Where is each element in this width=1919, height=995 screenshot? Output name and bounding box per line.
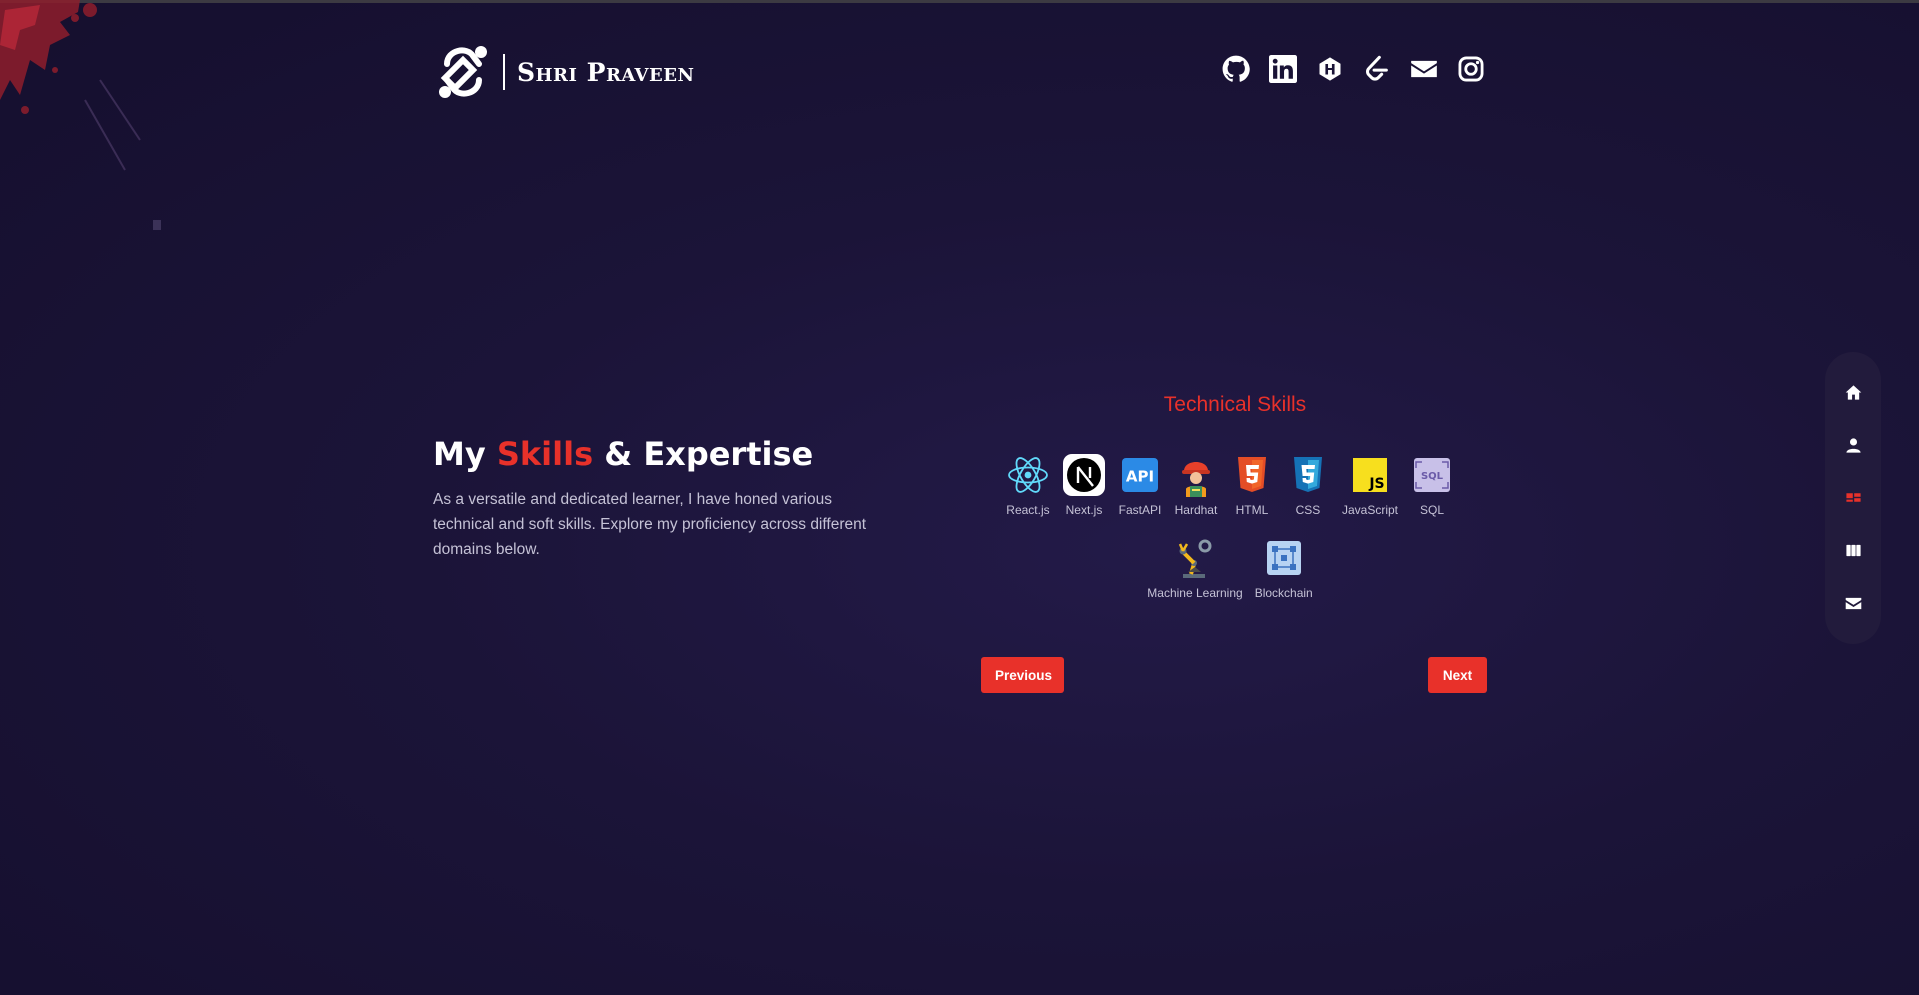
- logo-divider: [503, 54, 505, 90]
- skill-label: HTML: [1235, 503, 1269, 517]
- svg-text:JS: JS: [1368, 476, 1384, 492]
- skill-item: JS JavaScript: [1342, 453, 1398, 517]
- brand-name: Shri Praveen: [517, 57, 695, 87]
- logo-mark-icon: [439, 46, 487, 98]
- nav-contact[interactable]: [1838, 589, 1868, 619]
- sql-icon: SQL: [1414, 458, 1451, 492]
- mail-icon: [1845, 597, 1861, 610]
- skill-item: Machine Learning: [1147, 536, 1243, 600]
- heading-prefix: My: [433, 435, 486, 473]
- projects-icon: [1845, 545, 1861, 557]
- skills-description: As a versatile and dedicated learner, I …: [433, 491, 867, 558]
- skill-item: SQL SQL: [1410, 453, 1454, 517]
- page-title: My Skills & Expertise: [433, 435, 813, 473]
- hardhat-icon: [1181, 462, 1210, 497]
- email-link[interactable]: [1410, 55, 1438, 83]
- hashnode-link[interactable]: H: [1316, 55, 1344, 83]
- user-icon: [1845, 438, 1861, 453]
- skills-row-1: React.js Next.js API FastAPI Hardhat HTM…: [990, 453, 1470, 517]
- svg-text:API: API: [1126, 468, 1154, 486]
- fastapi-icon: API: [1121, 458, 1158, 492]
- brand-logo[interactable]: Shri Praveen: [433, 42, 694, 102]
- skill-label: CSS: [1295, 503, 1321, 517]
- skill-item: CSS: [1286, 453, 1330, 517]
- previous-button[interactable]: Previous: [981, 657, 1064, 693]
- heading-accent: Skills: [496, 435, 594, 473]
- linkedin-icon: [1269, 55, 1297, 83]
- svg-text:SQL: SQL: [1421, 471, 1444, 482]
- side-navigation: [1825, 352, 1881, 644]
- skill-item: Blockchain: [1255, 536, 1313, 600]
- heading-suffix: & Expertise: [604, 435, 814, 473]
- top-border: [0, 0, 1919, 3]
- github-link[interactable]: [1222, 55, 1250, 83]
- paint-splatter-decoration: [0, 0, 161, 230]
- linkedin-link[interactable]: [1269, 55, 1297, 83]
- skill-item: Next.js: [1062, 453, 1106, 517]
- github-icon: [1222, 55, 1250, 82]
- html5-icon: [1237, 457, 1266, 492]
- skills-row-2: Machine Learning Blockchain: [1130, 536, 1330, 600]
- nextjs-icon: [1062, 454, 1105, 496]
- leetcode-icon: [1366, 55, 1388, 81]
- home-icon: [1845, 385, 1861, 400]
- nav-projects[interactable]: [1838, 536, 1868, 566]
- skill-label: React.js: [1006, 503, 1050, 517]
- nav-about[interactable]: [1838, 430, 1868, 460]
- robot-arm-icon: [1178, 539, 1212, 578]
- social-links: H: [1222, 55, 1485, 83]
- react-icon: [1008, 457, 1048, 493]
- skills-icon: [1845, 493, 1861, 503]
- skill-item: React.js: [1006, 453, 1050, 517]
- skill-item: API FastAPI: [1118, 453, 1162, 517]
- instagram-link[interactable]: [1457, 55, 1485, 83]
- skill-label: FastAPI: [1118, 503, 1162, 517]
- hashnode-icon: H: [1319, 57, 1341, 81]
- skill-label: Hardhat: [1174, 503, 1218, 517]
- skill-item: Hardhat: [1174, 453, 1218, 517]
- skill-item: HTML: [1230, 453, 1274, 517]
- svg-text:H: H: [1324, 62, 1336, 78]
- next-button[interactable]: Next: [1428, 657, 1487, 693]
- nav-home[interactable]: [1838, 377, 1868, 407]
- css3-icon: [1293, 457, 1322, 492]
- skill-label: Blockchain: [1254, 586, 1313, 600]
- instagram-icon: [1458, 56, 1484, 82]
- blockchain-icon: [1266, 541, 1301, 575]
- skill-label: Machine Learning: [1147, 586, 1243, 600]
- skill-label: SQL: [1420, 503, 1445, 517]
- javascript-icon: JS: [1353, 458, 1387, 492]
- skills-category-title: Technical Skills: [1163, 393, 1307, 416]
- leetcode-link[interactable]: [1363, 55, 1391, 83]
- nav-skills[interactable]: [1838, 483, 1868, 513]
- skill-label: Next.js: [1065, 503, 1103, 517]
- skill-label: JavaScript: [1341, 503, 1399, 517]
- mail-icon: [1411, 60, 1437, 78]
